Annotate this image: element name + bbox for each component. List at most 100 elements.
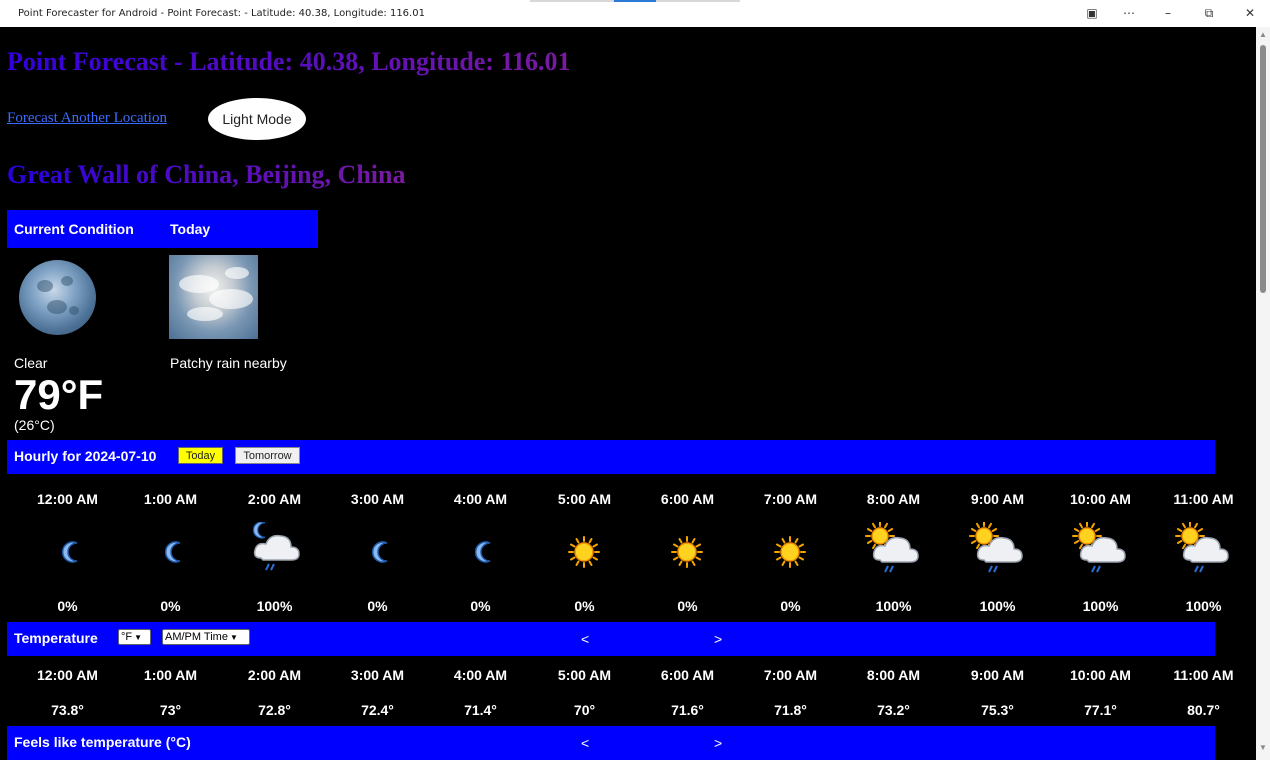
temperature-next-button[interactable]: > <box>714 631 722 647</box>
page-content: Point Forecast - Latitude: 40.38, Longit… <box>0 27 1256 760</box>
feels-like-label: Feels like temperature (°C) <box>14 734 191 750</box>
today-label: Today <box>170 221 211 237</box>
vertical-scrollbar[interactable]: ▲ ▼ <box>1256 27 1270 760</box>
feels-like-next-button[interactable]: > <box>714 735 722 751</box>
hour-label: 12:00 AM <box>37 667 98 683</box>
sun-cloud-rain-icon <box>842 521 945 582</box>
restore-icon[interactable]: ⧉ <box>1197 4 1221 22</box>
hour-label: 11:00 AM <box>1173 667 1234 683</box>
full-moon-photo <box>19 260 96 335</box>
more-icon[interactable]: ⋯ <box>1117 4 1141 22</box>
temperature-value: 80.7° <box>1187 702 1220 718</box>
scroll-down-icon[interactable]: ▼ <box>1259 743 1267 752</box>
precip-value: 100% <box>1082 598 1119 614</box>
precip-value: 0% <box>160 598 181 614</box>
chevron-down-icon: ▼ <box>134 633 143 642</box>
sun-icon <box>636 522 739 582</box>
app-icon[interactable]: ▣ <box>1080 4 1104 22</box>
hour-label: 2:00 AM <box>247 491 302 507</box>
feels-like-prev-button[interactable]: < <box>581 735 589 751</box>
moon-icon <box>326 522 429 582</box>
hour-label: 11:00 AM <box>1173 491 1234 507</box>
loading-indicator-tail <box>656 0 740 2</box>
temperature-value: 71.8° <box>774 702 807 718</box>
close-icon[interactable]: ✕ <box>1238 4 1262 22</box>
hour-label: 12:00 AM <box>37 491 98 507</box>
hour-label: 8:00 AM <box>866 667 921 683</box>
temperature-value: 73.2° <box>877 702 910 718</box>
moon-cloud-rain-icon <box>223 521 326 582</box>
time-format-select-value: AM/PM Time <box>165 631 228 643</box>
feels-like-bar: Feels like temperature (°C) < > <box>7 726 1215 760</box>
moon-icon <box>119 522 222 582</box>
moon-icon <box>429 522 532 582</box>
clouds-photo <box>169 255 258 339</box>
window-titlebar: Point Forecaster for Android - Point For… <box>0 0 1270 27</box>
hour-label: 2:00 AM <box>247 667 302 683</box>
precip-value: 0% <box>367 598 388 614</box>
precip-value: 100% <box>875 598 912 614</box>
today-button[interactable]: Today <box>178 447 223 464</box>
hour-label: 3:00 AM <box>350 667 405 683</box>
temperature-prev-button[interactable]: < <box>581 631 589 647</box>
current-temperature: 79°F <box>14 371 104 418</box>
today-condition-text: Patchy rain nearby <box>170 355 287 371</box>
temperature-value: 73.8° <box>51 702 84 718</box>
unit-select[interactable]: °F ▼ <box>118 629 151 645</box>
temperature-value: 72.8° <box>258 702 291 718</box>
hour-label: 4:00 AM <box>453 667 508 683</box>
chevron-down-icon: ▼ <box>229 633 238 642</box>
sun-icon <box>739 522 842 582</box>
tomorrow-button[interactable]: Tomorrow <box>235 447 300 464</box>
temperature-value: 71.4° <box>464 702 497 718</box>
hour-label: 7:00 AM <box>763 667 818 683</box>
precip-value: 0% <box>57 598 78 614</box>
location-title: Great Wall of China, Beijing, China <box>7 160 406 189</box>
hour-label: 1:00 AM <box>143 491 198 507</box>
light-mode-button[interactable]: Light Mode <box>208 98 306 140</box>
sun-cloud-rain-icon <box>1152 521 1255 582</box>
temperature-bar: Temperature °F ▼ AM/PM Time ▼ < > <box>7 622 1215 656</box>
time-format-select[interactable]: AM/PM Time ▼ <box>162 629 250 645</box>
scroll-thumb[interactable] <box>1260 45 1266 293</box>
scroll-up-icon[interactable]: ▲ <box>1259 30 1267 39</box>
temperature-value: 73° <box>159 702 182 718</box>
temperature-value: 71.6° <box>671 702 704 718</box>
minimize-icon[interactable]: – <box>1156 4 1180 22</box>
hour-label: 4:00 AM <box>453 491 508 507</box>
precip-value: 0% <box>677 598 698 614</box>
sun-icon <box>533 522 636 582</box>
hourly-bar: Hourly for 2024-07-10 Today Tomorrow <box>7 440 1215 474</box>
current-condition-text: Clear <box>14 355 48 371</box>
current-condition-label: Current Condition <box>14 221 134 237</box>
hourly-label: Hourly for 2024-07-10 <box>14 448 157 464</box>
page-title: Point Forecast - Latitude: 40.38, Longit… <box>7 47 571 76</box>
sun-cloud-rain-icon <box>1049 521 1152 582</box>
temperature-value: 72.4° <box>361 702 394 718</box>
precip-value: 0% <box>574 598 595 614</box>
temperature-value: 77.1° <box>1084 702 1117 718</box>
moon-icon <box>16 522 119 582</box>
current-temperature-celsius: (26°C) <box>14 417 55 433</box>
hour-label: 7:00 AM <box>763 491 818 507</box>
hour-label: 9:00 AM <box>970 491 1025 507</box>
hour-label: 8:00 AM <box>866 491 921 507</box>
hour-label: 10:00 AM <box>1070 667 1131 683</box>
window-title: Point Forecaster for Android - Point For… <box>18 8 425 19</box>
sun-cloud-rain-icon <box>946 521 1049 582</box>
precip-value: 100% <box>256 598 293 614</box>
hour-label: 9:00 AM <box>970 667 1025 683</box>
hour-label: 5:00 AM <box>557 491 612 507</box>
hour-label: 3:00 AM <box>350 491 405 507</box>
hour-label: 6:00 AM <box>660 667 715 683</box>
hour-label: 6:00 AM <box>660 491 715 507</box>
temperature-label: Temperature <box>14 630 98 646</box>
hour-label: 5:00 AM <box>557 667 612 683</box>
hour-label: 1:00 AM <box>143 667 198 683</box>
temperature-value: 75.3° <box>981 702 1014 718</box>
forecast-another-location-link[interactable]: Forecast Another Location <box>7 110 167 127</box>
precip-value: 0% <box>780 598 801 614</box>
unit-select-value: °F <box>121 631 133 643</box>
hour-label: 10:00 AM <box>1070 491 1131 507</box>
precip-value: 100% <box>1185 598 1222 614</box>
